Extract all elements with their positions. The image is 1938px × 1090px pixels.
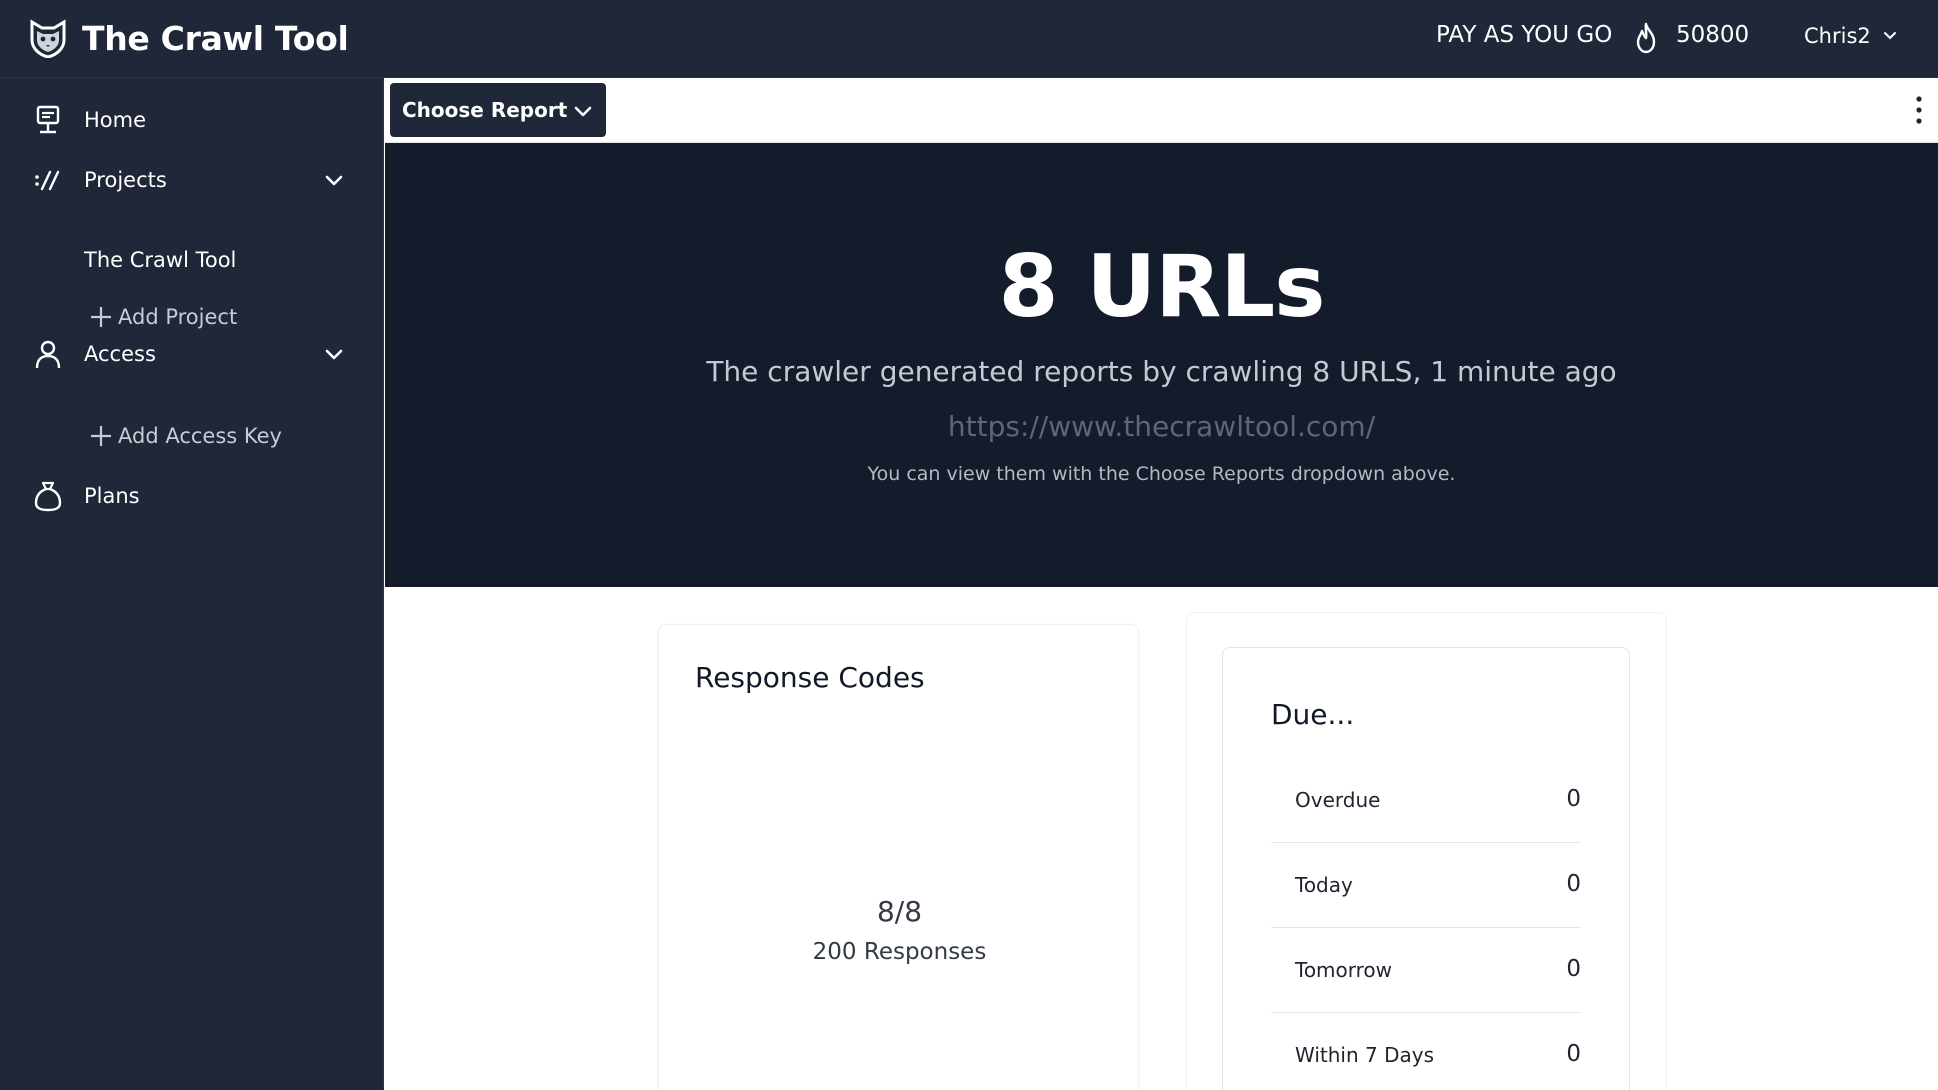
due-row-label: Overdue xyxy=(1295,788,1381,812)
add-project-label: Add Project xyxy=(118,305,238,329)
due-row-overdue[interactable]: Overdue 0 xyxy=(1271,758,1581,843)
report-toolbar: Choose Report xyxy=(385,78,1938,143)
chevron-down-icon xyxy=(574,106,592,117)
brand[interactable]: The Crawl Tool xyxy=(28,18,349,58)
due-row-value: 0 xyxy=(1566,956,1581,982)
sidebar-item-label: Access xyxy=(84,342,156,366)
chevron-down-icon xyxy=(1883,32,1896,40)
card-title: Due... xyxy=(1271,698,1355,731)
more-options-icon[interactable] xyxy=(1909,92,1929,128)
sidebar-item-label: Plans xyxy=(84,484,140,508)
url-count-title: 8 URLs xyxy=(998,237,1326,337)
user-menu[interactable]: Chris2 xyxy=(1804,24,1899,48)
sidebar: Home Projects The Crawl Tool Add Project… xyxy=(0,78,384,1090)
user-name: Chris2 xyxy=(1804,24,1871,48)
due-row-value: 0 xyxy=(1566,871,1581,897)
plan-label: PAY AS YOU GO xyxy=(1436,22,1613,48)
choose-report-dropdown[interactable]: Choose Report xyxy=(390,83,606,137)
flame-icon xyxy=(1636,22,1656,54)
crawl-summary-hero: 8 URLs The crawler generated reports by … xyxy=(385,143,1938,587)
sidebar-item-label: Home xyxy=(84,108,147,132)
chevron-down-icon[interactable] xyxy=(322,342,346,366)
add-access-key-label: Add Access Key xyxy=(118,424,282,448)
response-count-label: 200 Responses xyxy=(812,939,987,965)
due-row-within-7-days[interactable]: Within 7 Days 0 xyxy=(1271,1013,1581,1090)
due-row-value: 0 xyxy=(1566,1041,1581,1067)
due-row-today[interactable]: Today 0 xyxy=(1271,843,1581,928)
response-ratio: 8/8 xyxy=(876,895,923,928)
monitor-icon xyxy=(36,105,60,134)
plus-icon xyxy=(91,307,111,327)
sidebar-project-the-crawl-tool[interactable]: The Crawl Tool xyxy=(84,248,236,272)
credits-count: 50800 xyxy=(1676,22,1750,48)
due-row-tomorrow[interactable]: Tomorrow 0 xyxy=(1271,928,1581,1013)
card-title: Response Codes xyxy=(695,661,925,694)
top-bar: The Crawl Tool PAY AS YOU GO 50800 Chris… xyxy=(0,0,1938,78)
cat-shield-logo-icon xyxy=(30,19,66,58)
crawl-summary-text: The crawler generated reports by crawlin… xyxy=(706,355,1617,388)
user-icon xyxy=(35,340,61,369)
due-row-value: 0 xyxy=(1566,786,1581,812)
sidebar-item-home[interactable]: Home xyxy=(0,94,384,146)
crawled-site-link[interactable]: https://www.thecrawltool.com/ xyxy=(385,410,1938,443)
due-row-label: Within 7 Days xyxy=(1295,1043,1434,1067)
choose-report-label: Choose Report xyxy=(402,98,568,122)
sidebar-item-plans[interactable]: Plans xyxy=(0,470,384,522)
sidebar-item-access[interactable]: Access xyxy=(0,328,384,380)
chevron-down-icon[interactable] xyxy=(322,168,346,192)
hero-note: You can view them with the Choose Report… xyxy=(867,463,1456,485)
app-title: The Crawl Tool xyxy=(82,18,349,58)
sidebar-item-label: Projects xyxy=(84,168,167,192)
response-codes-card: Response Codes 8/8 200 Responses xyxy=(658,624,1139,1090)
plus-icon xyxy=(91,426,111,446)
bag-icon xyxy=(34,481,62,512)
sidebar-item-projects[interactable]: Projects xyxy=(0,154,384,206)
add-access-key-button[interactable]: Add Access Key xyxy=(88,423,282,449)
due-row-label: Tomorrow xyxy=(1295,958,1393,982)
due-row-label: Today xyxy=(1295,873,1353,897)
due-card: Due... Overdue 0 Today 0 Tomorrow 0 With… xyxy=(1222,647,1630,1090)
slashes-icon xyxy=(35,170,60,191)
add-project-button[interactable]: Add Project xyxy=(88,304,237,330)
